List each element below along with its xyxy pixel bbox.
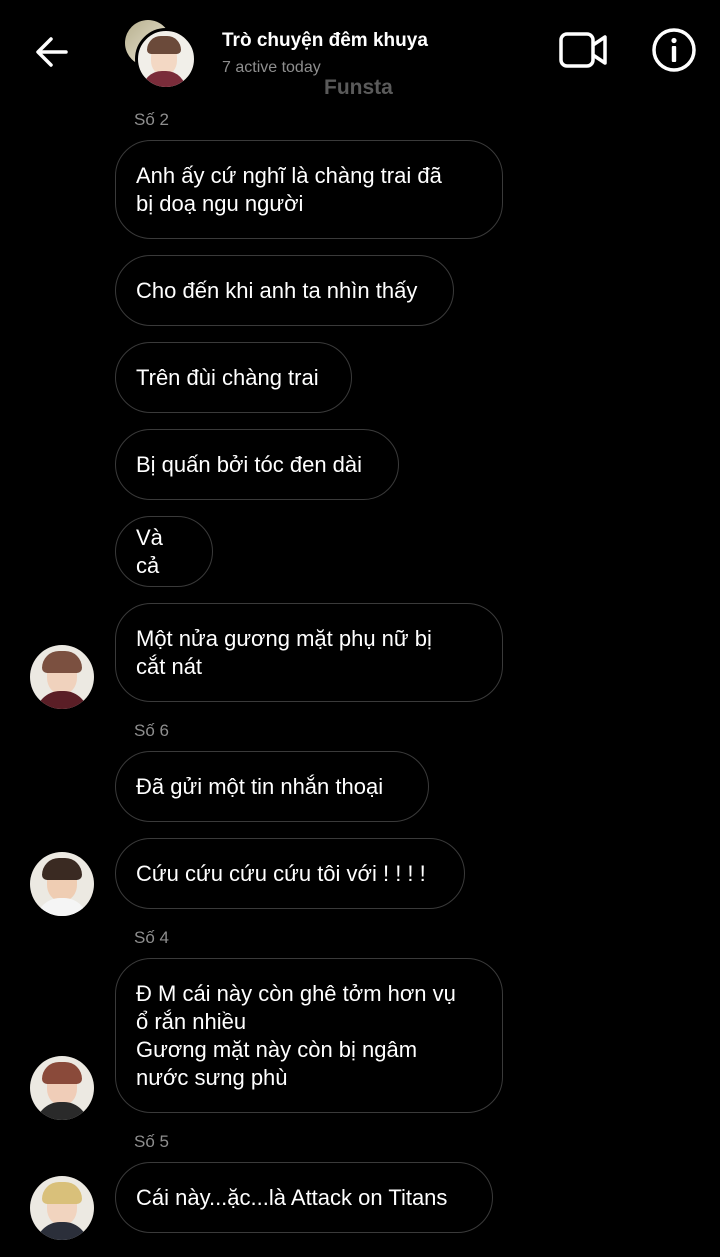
avatar[interactable] [30,645,94,709]
sender-name: Số 2 [134,110,169,129]
message-bubble[interactable]: Và cả [115,516,213,587]
info-button[interactable] [650,26,698,74]
sender-name: Số 4 [134,928,169,947]
sender-name: Số 5 [134,1132,169,1151]
avatar[interactable] [30,1056,94,1120]
message-bubble[interactable]: Anh ấy cứ nghĩ là chàng trai đã bị doạ n… [115,140,503,239]
avatar-shoulders [36,1102,88,1120]
message-list[interactable]: Số 2 Anh ấy cứ nghĩ là chàng trai đã bị … [0,0,720,1257]
avatar-hair [42,1182,82,1204]
chat-title[interactable]: Trò chuyện đêm khuya [222,30,428,52]
avatar-shoulders [36,1222,88,1240]
message-bubble[interactable]: Đ M cái này còn ghê tởm hơn vụ ổ rắn nhi… [115,958,503,1113]
avatar[interactable] [30,1176,94,1240]
group-avatar[interactable] [125,20,197,90]
avatar-shoulders [36,691,88,709]
active-status: 7 active today [222,59,321,76]
video-call-button[interactable] [556,28,610,72]
message-bubble[interactable]: Cứu cứu cứu cứu tôi với ! ! ! ! [115,838,465,909]
watermark-text: Funsta [324,76,393,99]
avatar-hair [42,858,82,880]
avatar-shoulders [36,898,88,916]
message-bubble[interactable]: Trên đùi chàng trai [115,342,352,413]
arrow-left-icon [36,37,68,67]
info-circle-icon [652,28,696,72]
chat-header: Trò chuyện đêm khuya 7 active today Funs… [0,0,720,105]
voice-message-bubble[interactable]: Đã gửi một tin nhắn thoại [115,751,429,822]
avatar-hair [42,1062,82,1084]
avatar[interactable] [30,852,94,916]
message-bubble[interactable]: Một nửa gương mặt phụ nữ bị cắt nát [115,603,503,702]
avatar-hair [42,651,82,673]
video-camera-icon [559,32,607,68]
back-button[interactable] [30,30,74,74]
message-bubble[interactable]: Bị quấn bởi tóc đen dài [115,429,399,500]
message-bubble[interactable]: Cái này...ặc...là Attack on Titans [115,1162,493,1233]
message-bubble[interactable]: Cho đến khi anh ta nhìn thấy [115,255,454,326]
group-avatar-front [135,28,197,90]
sender-name: Số 6 [134,721,169,740]
